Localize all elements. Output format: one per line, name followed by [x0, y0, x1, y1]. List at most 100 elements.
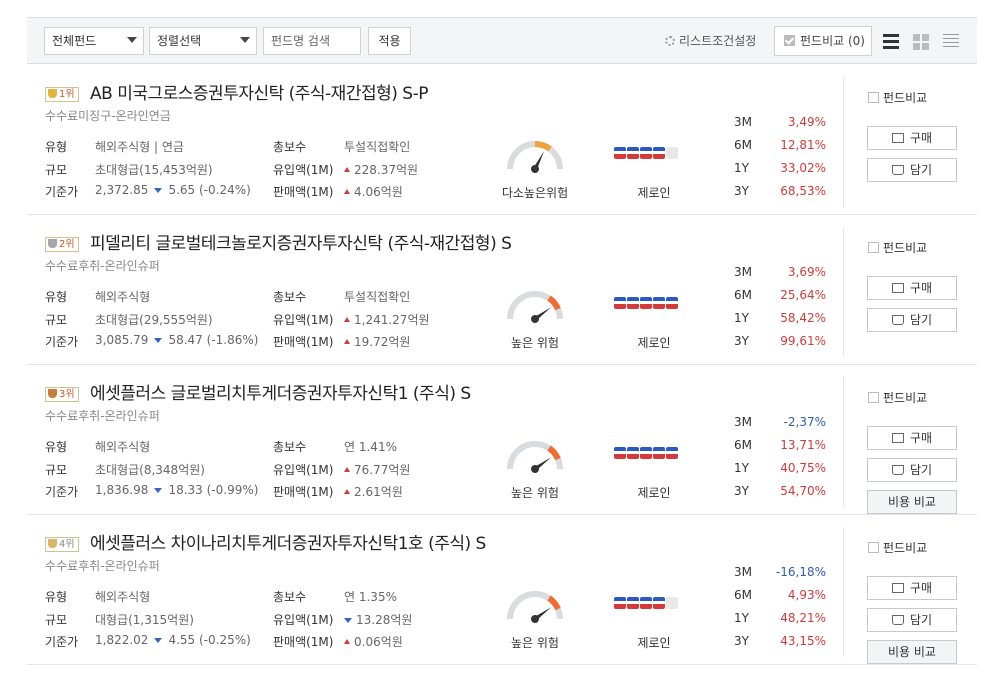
down-arrow-icon	[154, 488, 163, 493]
apply-button[interactable]: 적용	[368, 27, 411, 55]
checkbox-icon	[868, 542, 879, 553]
rating-flag-icon	[627, 297, 639, 309]
rating-flag-icon	[653, 597, 665, 609]
cost-compare-button[interactable]: 비용 비교	[867, 640, 957, 664]
return-value: 99,61%	[780, 334, 826, 348]
risk-grade: 높은 위험	[511, 486, 559, 500]
fund-compare-checkbox[interactable]: 펀드비교	[868, 239, 927, 256]
fund-name-link[interactable]: AB 미국그로스증권투자신탁 (주식-재간접형) S-P	[90, 82, 428, 106]
return-value: 25,64%	[780, 288, 826, 302]
rating-flags	[614, 447, 679, 460]
return-period: 3M	[734, 265, 752, 279]
return-value: 3,49%	[787, 115, 826, 129]
price-change: 58.47	[168, 333, 203, 347]
bag-icon	[891, 283, 904, 293]
rating-flag-icon	[627, 597, 639, 609]
size-label: 규모	[45, 313, 68, 327]
list-condition-label: 리스트조건설정	[679, 34, 757, 48]
fee-label: 총보수	[273, 590, 307, 604]
return-value: 13,71%	[780, 438, 826, 452]
risk-gauge-icon	[507, 441, 563, 473]
rating-agency: 제로인	[637, 186, 671, 200]
base-price-value: 1,822.02 4.55 (-0.25%)	[95, 633, 251, 647]
fund-search-input[interactable]: 펀드명 검색	[263, 27, 361, 55]
sales-value: 19.72억원	[344, 333, 410, 350]
rank-badge: 3위	[45, 387, 79, 402]
rating-flags	[614, 147, 679, 160]
grid-view-icon[interactable]	[913, 34, 931, 50]
return-value: 3,69%	[787, 265, 826, 279]
fund-type-value: 전체펀드	[52, 34, 97, 48]
rating-flag-icon	[640, 147, 652, 159]
base-price: 3,085.79	[95, 333, 149, 347]
fund-name-link[interactable]: 에셋플러스 차이나리치투게더증권자투자신탁1호 (주식) S	[90, 532, 486, 556]
cart-button[interactable]: 담기	[867, 308, 957, 332]
price-change-pct: (-0.99%)	[206, 483, 259, 497]
rating-flag-icon	[627, 447, 639, 459]
risk-gauge-icon	[507, 291, 563, 323]
rating-flag-icon	[640, 297, 652, 309]
list-condition-button[interactable]: 리스트조건설정	[665, 32, 756, 50]
fund-class: 수수료후취-온라인슈퍼	[45, 559, 160, 573]
fund-compare-check-label: 펀드비교	[883, 91, 928, 105]
chevron-down-icon	[127, 37, 137, 43]
return-period: 1Y	[734, 161, 749, 175]
fee-value[interactable]: 투설직접확인	[344, 138, 410, 155]
rating-flag-icon	[627, 147, 639, 159]
rating-flag-icon	[614, 147, 626, 159]
down-arrow-icon	[154, 638, 163, 643]
fund-type-select[interactable]: 전체펀드	[44, 27, 144, 55]
sales-label: 판매액(1M)	[273, 635, 334, 649]
return-period: 6M	[734, 588, 752, 602]
return-period: 6M	[734, 288, 752, 302]
checkbox-icon	[868, 392, 879, 403]
sort-value: 정렬선택	[157, 34, 202, 48]
fund-card: 3위 에셋플러스 글로벌리치투게더증권자투자신탁1 (주식) S 수수료후취-온…	[27, 365, 977, 515]
size-label: 규모	[45, 463, 68, 477]
cart-label: 담기	[909, 463, 933, 477]
return-period: 3Y	[734, 334, 749, 348]
risk-gauge-icon	[507, 591, 563, 623]
return-value: 33,02%	[780, 161, 826, 175]
base-price-value: 1,836.98 18.33 (-0.99%)	[95, 483, 258, 497]
fund-compare-checkbox[interactable]: 펀드비교	[868, 389, 927, 406]
fee-value: 연 1.41%	[344, 440, 397, 454]
rank-label: 1위	[59, 89, 75, 100]
fee-value[interactable]: 투설직접확인	[344, 288, 410, 305]
cart-icon	[891, 465, 904, 475]
buy-button[interactable]: 구매	[867, 126, 957, 150]
fund-compare-checkbox[interactable]: 펀드비교	[868, 89, 927, 106]
down-arrow-icon	[344, 618, 352, 623]
cart-button[interactable]: 담기	[867, 158, 957, 182]
buy-button[interactable]: 구매	[867, 426, 957, 450]
list-view-icon[interactable]	[883, 34, 901, 50]
base-price-label: 기준가	[45, 635, 79, 649]
fund-compare-button[interactable]: 펀드비교 (0)	[774, 26, 872, 56]
fund-name-link[interactable]: 피델리티 글로벌테크놀로지증권자투자신탁 (주식-재간접형) S	[90, 232, 512, 256]
up-arrow-icon	[344, 339, 350, 344]
down-arrow-icon	[154, 338, 163, 343]
sort-select[interactable]: 정렬선택	[149, 27, 257, 55]
buy-button[interactable]: 구매	[867, 276, 957, 300]
chevron-down-icon	[240, 37, 250, 43]
size-value: 대형급(1,315억원)	[95, 613, 194, 627]
cart-button[interactable]: 담기	[867, 608, 957, 632]
return-value: 68,53%	[780, 184, 826, 198]
cart-button[interactable]: 담기	[867, 458, 957, 482]
fund-name-link[interactable]: 에셋플러스 글로벌리치투게더증권자투자신탁1 (주식) S	[90, 382, 471, 406]
compact-view-icon[interactable]	[943, 34, 961, 50]
filter-toolbar: 전체펀드 정렬선택 펀드명 검색 적용 리스트조건설정 펀드비교 (0)	[27, 17, 977, 64]
trophy-icon	[48, 539, 57, 548]
fund-card: 1위 AB 미국그로스증권투자신탁 (주식-재간접형) S-P 수수료미징구-온…	[27, 65, 977, 215]
size-value: 초대형급(29,555억원)	[95, 313, 213, 327]
rating-agency: 제로인	[637, 486, 671, 500]
rating-flag-icon	[640, 597, 652, 609]
buy-button[interactable]: 구매	[867, 576, 957, 600]
return-value: 4,93%	[787, 588, 826, 602]
sales-label: 판매액(1M)	[273, 485, 334, 499]
fund-compare-checkbox[interactable]: 펀드비교	[868, 539, 927, 556]
rating-agency: 제로인	[637, 636, 671, 650]
cost-compare-button[interactable]: 비용 비교	[867, 490, 957, 514]
rating-flag-icon	[640, 447, 652, 459]
trophy-icon	[48, 239, 57, 248]
